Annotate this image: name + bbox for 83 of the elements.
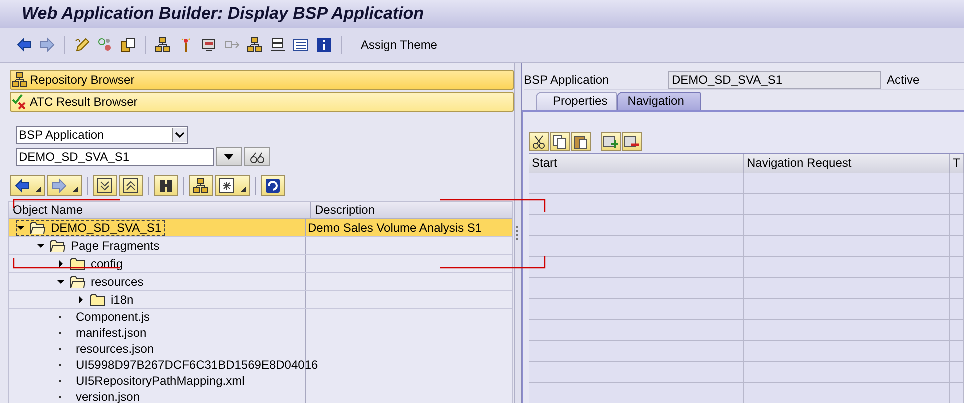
hierarchy-icon [193, 178, 209, 194]
tree-node[interactable]: Page Fragments [37, 238, 162, 252]
hierarchy-button[interactable] [189, 175, 213, 196]
field-label: BSP Application [524, 73, 610, 87]
collapse-arrow-icon[interactable] [57, 278, 65, 286]
tab[interactable]: Properties [536, 92, 617, 110]
expand-arrow-icon[interactable] [57, 260, 65, 268]
clipboard-button[interactable] [571, 132, 591, 151]
scissors-button[interactable] [529, 132, 549, 151]
pencil-icon [74, 37, 90, 53]
row-add-button[interactable] [601, 132, 621, 151]
row-remove-button[interactable] [622, 132, 642, 151]
window-title: Web Application Builder: Display BSP Application [22, 4, 424, 24]
collapse-button[interactable] [119, 175, 143, 196]
hierarchy-icon [247, 37, 263, 53]
column-header[interactable]: Description [311, 202, 512, 218]
assign-theme-button[interactable]: Assign Theme [355, 36, 444, 54]
tree-node[interactable]: resources.json [57, 342, 156, 356]
dropdown-button[interactable] [216, 147, 242, 166]
binoculars-icon [158, 178, 174, 194]
tree-node[interactable]: DEMO_SD_SVA_S1 [17, 220, 164, 234]
info-icon [316, 37, 332, 53]
folder-icon [50, 238, 66, 252]
hierarchy-icon [12, 72, 28, 88]
collapse-icon [123, 178, 139, 194]
arrow-left-icon [14, 178, 30, 194]
circles-icon [97, 37, 113, 53]
arrow-right-icon [51, 178, 67, 194]
browser-bar[interactable]: Repository Browser [10, 70, 514, 90]
status-text: Active [887, 73, 920, 87]
tree-node[interactable]: Component.js [57, 310, 152, 324]
monitor-icon [201, 37, 217, 53]
folder-icon [70, 256, 86, 270]
refresh-button[interactable] [261, 175, 285, 196]
binoculars-button[interactable] [154, 175, 178, 196]
pane-splitter[interactable] [514, 63, 522, 403]
asterisk-button[interactable] [215, 175, 250, 196]
copy-icon [552, 134, 568, 150]
expand-arrow-icon[interactable] [77, 296, 85, 304]
tree-node[interactable]: UI5998D97B267DCF6C31BD1569E8D04016 [57, 358, 320, 372]
list-icon [293, 37, 309, 53]
glasses-button[interactable] [244, 147, 270, 166]
asterisk-icon [219, 178, 235, 194]
tree-node[interactable]: resources [57, 274, 146, 288]
column-header[interactable]: T [950, 154, 964, 173]
column-header[interactable]: Navigation Request [744, 154, 950, 173]
row-remove-icon [624, 134, 640, 150]
hierarchy-icon [155, 37, 171, 53]
arrow-left-button[interactable] [10, 175, 45, 196]
scissors-icon [531, 134, 547, 150]
tree-node[interactable]: manifest.json [57, 326, 149, 340]
triangle-down-icon [223, 152, 235, 160]
folder-icon [30, 220, 46, 234]
clipboard-icon [573, 134, 589, 150]
collapse-arrow-icon[interactable] [17, 224, 25, 232]
object-type-dropdown[interactable]: BSP Application [16, 126, 188, 144]
documents-icon [120, 37, 136, 53]
glasses-icon [249, 150, 265, 162]
tree-node[interactable]: UI5RepositoryPathMapping.xml [57, 374, 247, 388]
arrow-left-icon [16, 37, 32, 53]
folder-icon [70, 274, 86, 288]
caret-icon [36, 187, 41, 192]
arrow-right-button[interactable] [47, 175, 82, 196]
folder-icon [90, 292, 106, 306]
application-field[interactable]: DEMO_SD_SVA_S1 [668, 71, 881, 89]
copy-button[interactable] [550, 132, 570, 151]
description-text: Demo Sales Volume Analysis S1 [307, 220, 482, 234]
caret-icon [73, 187, 78, 192]
caret-icon [241, 187, 246, 192]
expand-icon [97, 178, 113, 194]
browser-bar[interactable]: ATC Result Browser [10, 92, 514, 112]
expand-button[interactable] [93, 175, 117, 196]
tab[interactable]: Navigation [616, 92, 702, 110]
check-cross-icon [12, 94, 28, 110]
column-header[interactable]: Object Name [9, 202, 311, 218]
column-header[interactable]: Start [529, 154, 744, 173]
refresh-icon [265, 178, 281, 194]
tree-node[interactable]: i18n [77, 292, 136, 306]
row-add-icon [603, 134, 619, 150]
arrow-right-icon [39, 37, 55, 53]
object-name-field[interactable]: DEMO_SD_SVA_S1 [16, 148, 214, 166]
collapse-arrow-icon[interactable] [37, 242, 45, 250]
stack-icon [270, 37, 286, 53]
